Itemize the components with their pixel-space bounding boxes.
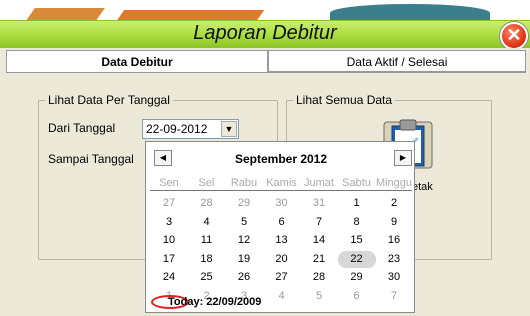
calendar-day[interactable]: 29 <box>225 195 263 212</box>
calendar-day[interactable]: 7 <box>300 214 338 231</box>
title-bar: Laporan Debitur <box>0 20 530 48</box>
from-date-picker[interactable]: 22-09-2012 ▼ <box>142 119 239 139</box>
calendar-day[interactable]: 14 <box>300 232 338 249</box>
calendar-day[interactable]: 17 <box>150 251 188 268</box>
today-link[interactable]: Today: 22/09/2009 <box>168 296 261 308</box>
calendar-day[interactable]: 21 <box>300 251 338 268</box>
chevron-down-icon[interactable]: ▼ <box>221 121 237 137</box>
calendar-day[interactable]: 2 <box>375 195 413 212</box>
calendar-day[interactable]: 10 <box>150 232 188 249</box>
calendar-day[interactable]: 6 <box>263 214 301 231</box>
calendar-day[interactable]: 4 <box>188 214 226 231</box>
calendar-day[interactable]: 26 <box>225 269 263 286</box>
calendar-day[interactable]: 5 <box>300 288 338 305</box>
tab-divider <box>6 72 526 73</box>
calendar-day[interactable]: 18 <box>188 251 226 268</box>
calendar-month-title: September 2012 <box>234 152 328 166</box>
calendar-day[interactable]: 5 <box>225 214 263 231</box>
calendar-day[interactable]: 30 <box>263 195 301 212</box>
calendar-day[interactable]: 7 <box>375 288 413 305</box>
window-title: Laporan Debitur <box>193 22 337 44</box>
weekday-label: Sabtu <box>342 177 371 189</box>
calendar-day[interactable]: 12 <box>225 232 263 249</box>
calendar-dropdown: ◀ September 2012 ▶ Sen Sel Rabu Kamis Jumat S… <box>145 141 415 313</box>
calendar-day[interactable]: 13 <box>263 232 301 249</box>
weekday-header: Sen Sel Rabu Kamis Jumat Sabtu Minggu <box>150 177 412 191</box>
calendar-day[interactable]: 16 <box>375 232 413 249</box>
calendar-day[interactable]: 1 <box>338 195 376 212</box>
from-date-label: Dari Tanggal <box>48 121 116 135</box>
close-icon: ✕ <box>506 25 522 45</box>
calendar-day[interactable]: 11 <box>188 232 226 249</box>
calendar-day[interactable]: 25 <box>188 269 226 286</box>
calendar-day[interactable]: 28 <box>300 269 338 286</box>
to-date-label: Sampai Tanggal <box>48 152 134 166</box>
calendar-day[interactable]: 24 <box>150 269 188 286</box>
weekday-label: Sel <box>198 177 215 189</box>
from-date-value: 22-09-2012 <box>146 122 208 136</box>
calendar-day[interactable]: 20 <box>263 251 301 268</box>
calendar-day[interactable]: 15 <box>338 232 376 249</box>
weekday-label: Rabu <box>230 177 258 189</box>
calendar-day[interactable]: 6 <box>338 288 376 305</box>
calendar-day[interactable]: 30 <box>375 269 413 286</box>
all-data-legend: Lihat Semua Data <box>293 93 396 107</box>
weekday-label: Sen <box>159 177 179 189</box>
calendar-day[interactable]: 29 <box>338 269 376 286</box>
calendar-day[interactable]: 27 <box>150 195 188 212</box>
calendar-day[interactable]: 3 <box>150 214 188 231</box>
calendar-day[interactable]: 31 <box>300 195 338 212</box>
date-range-legend: Lihat Data Per Tanggal <box>45 93 173 107</box>
top-decoration <box>0 0 530 20</box>
right-arrow-icon[interactable]: ▶ <box>394 150 412 166</box>
weekday-label: Kamis <box>266 177 297 189</box>
calendar-day[interactable]: 4 <box>263 288 301 305</box>
calendar-day[interactable]: 8 <box>338 214 376 231</box>
calendar-day[interactable]: 28 <box>188 195 226 212</box>
print-label: etak <box>412 181 433 193</box>
close-button[interactable]: ✕ <box>500 22 528 50</box>
calendar-day[interactable]: 22 <box>337 250 376 268</box>
weekday-label: Minggu <box>375 177 413 189</box>
calendar-day[interactable]: 27 <box>263 269 301 286</box>
weekday-label: Jumat <box>304 177 334 189</box>
tab-data-aktif-selesai[interactable]: Data Aktif / Selesai <box>268 50 526 72</box>
tab-data-debitur[interactable]: Data Debitur <box>6 50 268 72</box>
calendar-day[interactable]: 19 <box>225 251 263 268</box>
calendar-day[interactable]: 9 <box>375 214 413 231</box>
left-arrow-icon[interactable]: ◀ <box>154 150 172 166</box>
calendar-day[interactable]: 23 <box>375 251 413 268</box>
